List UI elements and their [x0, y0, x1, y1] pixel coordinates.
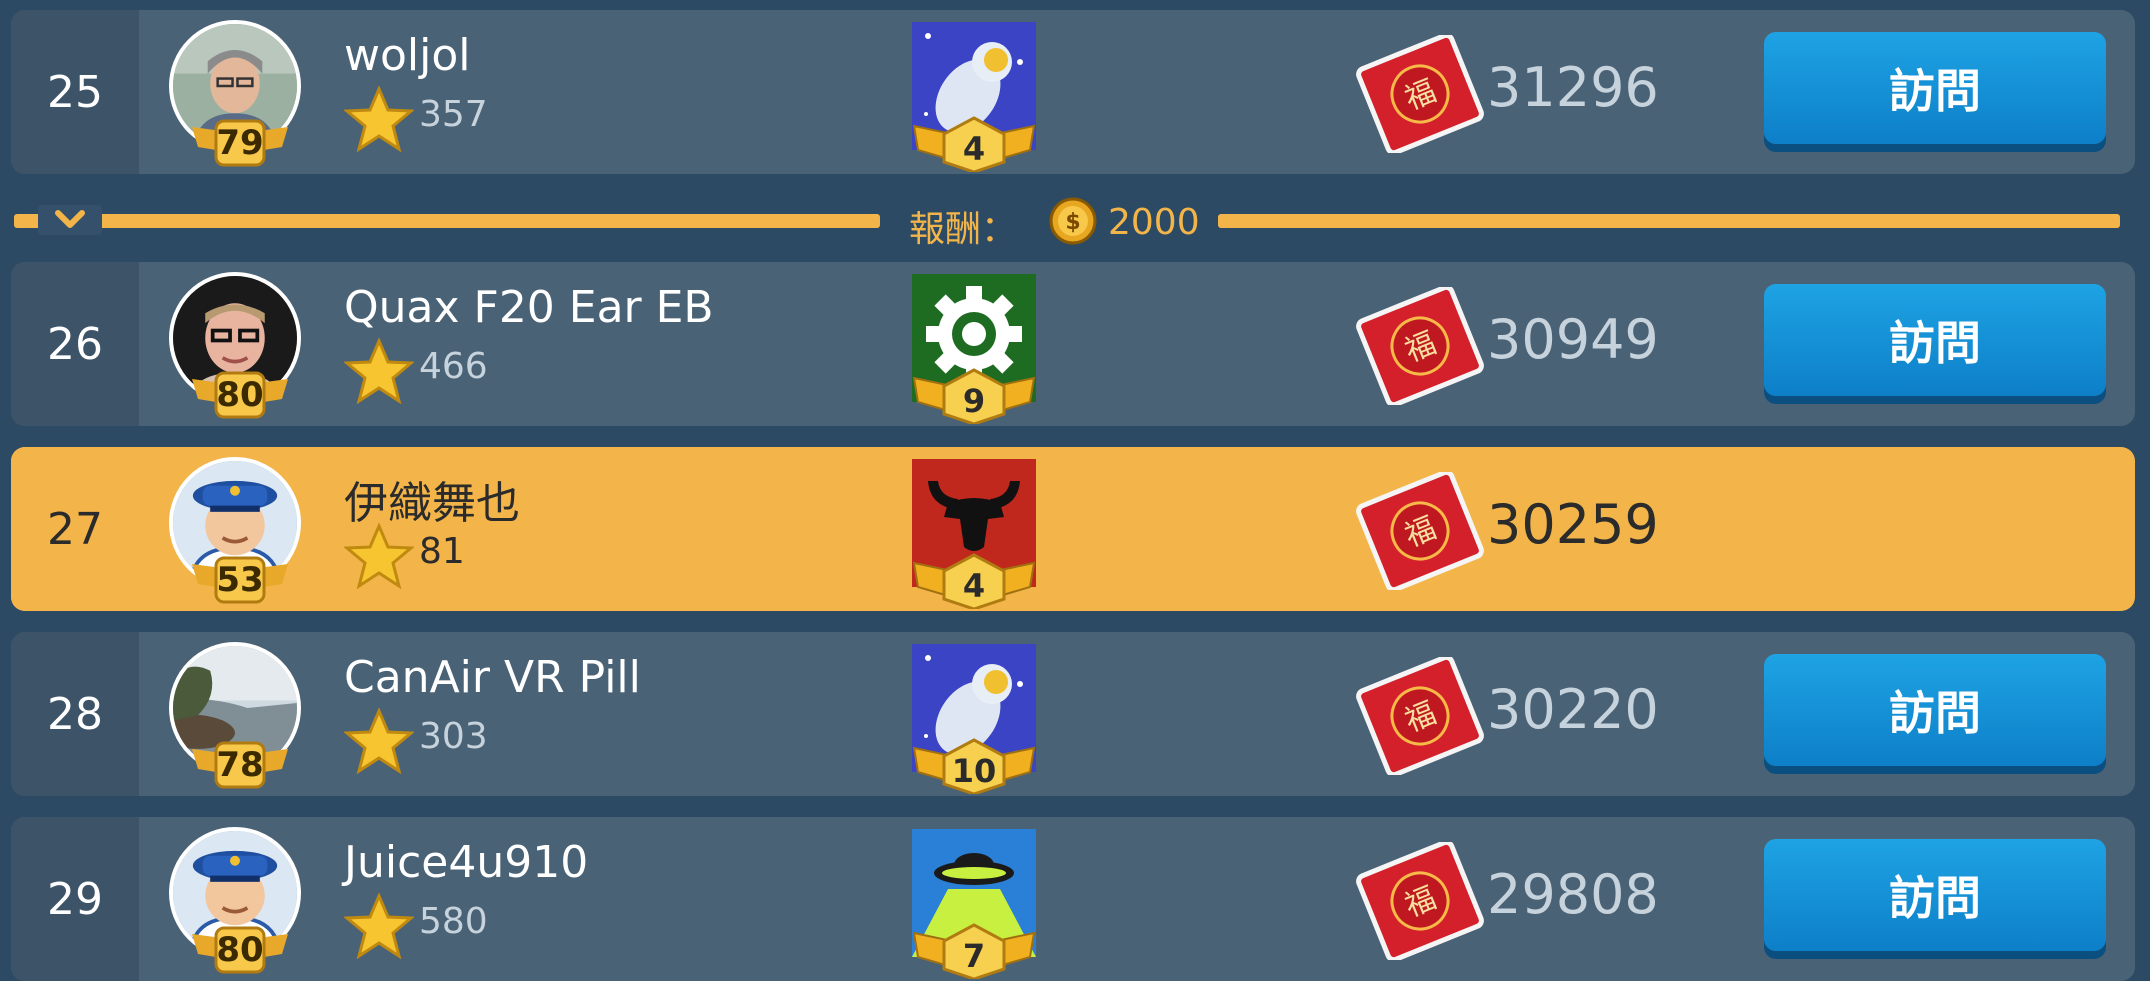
star-count: 580 [419, 901, 488, 942]
level-badge: 79 [192, 117, 288, 169]
achievement-badge: 4 [908, 459, 1040, 609]
level-badge: 80 [192, 369, 288, 421]
divider-bar-right [1218, 214, 2120, 228]
red-envelope-icon: 福 [1356, 472, 1484, 590]
achievement-level: 7 [962, 937, 986, 975]
achievement-badge: 7 [908, 829, 1040, 979]
chevron-down-icon[interactable] [38, 205, 102, 235]
level-badge: 80 [192, 924, 288, 976]
achievement-badge: 10 [908, 644, 1040, 794]
player-name: 伊織舞也 [344, 478, 520, 529]
leaderboard-row-self: 27 53 伊織舞也 81 4 福 30259 [11, 447, 2135, 611]
score: 30220 [1487, 678, 1659, 741]
star-icon [344, 893, 414, 959]
level-badge: 53 [192, 554, 288, 606]
coin-icon: $ [1049, 197, 1097, 245]
visit-button[interactable]: 訪問 [1764, 284, 2106, 396]
rank-number: 27 [11, 447, 139, 611]
achievement-level: 10 [951, 752, 997, 790]
achievement-badge: 4 [908, 22, 1040, 172]
star-count: 357 [419, 94, 488, 135]
svg-text:$: $ [1065, 210, 1080, 235]
leaderboard-row: 25 79 woljol 357 4 福 31296 訪問 [11, 10, 2135, 174]
visit-button[interactable]: 訪問 [1764, 654, 2106, 766]
reward-amount: 2000 [1108, 202, 1200, 243]
red-envelope-icon: 福 [1356, 842, 1484, 960]
reward-divider: 報酬： $ 2000 [14, 197, 2120, 250]
red-envelope-icon: 福 [1356, 287, 1484, 405]
leaderboard-row: 28 78 CanAir VR Pill 303 10 福 30220 訪問 [11, 632, 2135, 796]
achievement-level: 4 [962, 567, 986, 605]
visit-button[interactable]: 訪問 [1764, 839, 2106, 951]
red-envelope-icon: 福 [1356, 35, 1484, 153]
rank-number: 28 [11, 632, 139, 796]
star-count: 81 [419, 531, 465, 572]
player-name: CanAir VR Pill [344, 652, 641, 703]
level-badge: 78 [192, 739, 288, 791]
player-name: Quax F20 Ear EB [344, 282, 714, 333]
score: 29808 [1487, 863, 1659, 926]
score: 30259 [1487, 493, 1659, 556]
leaderboard-row: 29 80 Juice4u910 580 7 福 29808 訪問 [11, 817, 2135, 981]
player-name: Juice4u910 [344, 837, 589, 888]
star-count: 466 [419, 346, 488, 387]
score: 31296 [1487, 56, 1659, 119]
star-icon [344, 86, 414, 152]
star-icon [344, 708, 414, 774]
rank-number: 25 [11, 10, 139, 174]
reward-label: 報酬： [909, 209, 1018, 250]
leaderboard-row: 26 80 Quax F20 Ear EB 466 9 福 30949 訪問 [11, 262, 2135, 426]
achievement-badge: 9 [908, 274, 1040, 424]
red-envelope-icon: 福 [1356, 657, 1484, 775]
star-icon [344, 338, 414, 404]
star-count: 303 [419, 716, 488, 757]
score: 30949 [1487, 308, 1659, 371]
visit-button[interactable]: 訪問 [1764, 32, 2106, 144]
divider-bar-left [14, 214, 880, 228]
achievement-level: 4 [962, 130, 986, 168]
star-icon [344, 523, 414, 589]
player-name: woljol [344, 30, 471, 81]
rank-number: 26 [11, 262, 139, 426]
rank-number: 29 [11, 817, 139, 981]
achievement-level: 9 [962, 382, 986, 420]
